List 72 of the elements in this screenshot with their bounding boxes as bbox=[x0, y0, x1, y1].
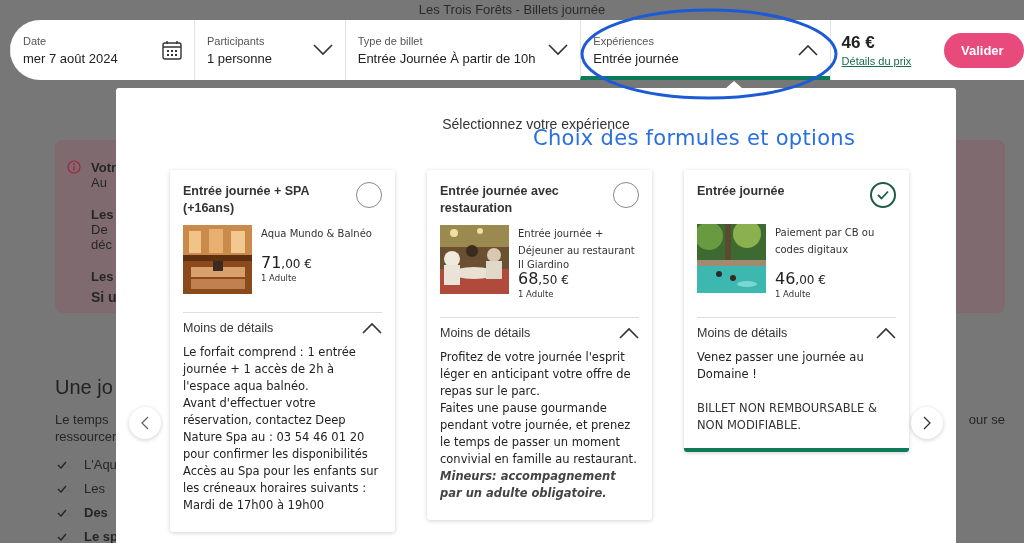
validate-button[interactable]: Valider bbox=[944, 33, 1024, 68]
details-text: Mardi de 17h00 à 19h00 bbox=[183, 497, 326, 514]
price-note: 1 Adulte bbox=[518, 289, 555, 299]
field-label: Expériences bbox=[593, 34, 655, 47]
details-toggle[interactable]: Moins de détails bbox=[440, 326, 531, 340]
details-text: Profitez de votre journée l'esprit léger en anticipant votre offre de repas sur le parc. bbox=[440, 349, 632, 400]
card-price: 46,00 € bbox=[775, 270, 827, 289]
notice-text: Les bbox=[91, 269, 115, 284]
list-item-text: Des bbox=[84, 505, 108, 521]
chevron-icon[interactable] bbox=[619, 327, 639, 339]
card-title: Entrée journée + SPA (+16ans) bbox=[183, 183, 311, 217]
booking-field[interactable]: Participants 1 personne bbox=[193, 20, 345, 80]
check-icon bbox=[57, 509, 67, 517]
restaurant-name: Il Giardino bbox=[518, 259, 571, 270]
chevron-icon[interactable] bbox=[362, 322, 382, 334]
details-text: Avant d'effectuer votre réservation, contactez Deep Nature Spa au : 03 54 46 01 20 pour confirmer les disponibilités bbox=[183, 395, 369, 463]
check-icon bbox=[57, 533, 67, 541]
details-toggle[interactable]: Moins de détails bbox=[697, 326, 788, 340]
list-item-text: L'Aqu bbox=[84, 457, 117, 473]
paragraph-text: Le temps bbox=[55, 411, 110, 428]
paragraph-text: ressourcer bbox=[55, 428, 117, 445]
details-text: Le forfait comprend : 1 entrée journée + 1 accès de 2h à l'espace aqua balnéo. bbox=[183, 344, 357, 395]
field-label: Type de billet bbox=[357, 34, 424, 47]
note-text: Mineurs: accompagnement par un adulte obligatoire. bbox=[440, 468, 617, 502]
chevron-icon[interactable] bbox=[312, 44, 333, 56]
card-description: Paiement par CB ou codes digitaux bbox=[775, 226, 876, 257]
total-price: 46 € bbox=[841, 33, 876, 53]
page-title: Les Trois Forêts - Billets journée bbox=[418, 2, 606, 17]
details-text: Venez passer une journée au Domaine ! bbox=[697, 349, 865, 383]
card-title: Entrée journée avec restauration bbox=[440, 183, 560, 217]
field-value: mer 7 août 2024 bbox=[23, 50, 118, 66]
chevron-icon[interactable] bbox=[876, 327, 896, 339]
card-description: Aqua Mundo & Balnéo bbox=[261, 227, 372, 241]
booking-field[interactable]: Date mer 7 août 2024 bbox=[10, 20, 194, 80]
experience-card[interactable]: Entrée journée Paiement par CB ou codes digitaux 46,00 € 1 Adulte Moins de détails Venez passer une journée au Domaine ! BILLET NON REMBOURSABLE & NON MODIFIABLE. bbox=[684, 170, 909, 452]
booking-field[interactable]: Type de billet Entrée Journée À partir de 10h bbox=[344, 20, 581, 80]
price-note: 1 Adulte bbox=[261, 273, 298, 283]
chevron-left-icon bbox=[141, 416, 149, 430]
check-icon bbox=[57, 461, 67, 469]
check-icon bbox=[57, 485, 67, 493]
notice-text: Au bbox=[91, 175, 108, 190]
chevron-icon[interactable] bbox=[548, 44, 569, 56]
chevron-right-icon bbox=[923, 416, 931, 430]
card-price: 71,00 € bbox=[261, 254, 313, 273]
price-note: 1 Adulte bbox=[775, 289, 812, 299]
notice-text: déc bbox=[91, 237, 113, 252]
radio-button[interactable] bbox=[356, 182, 382, 208]
paragraph-text: our se bbox=[968, 411, 1005, 429]
field-label: Participants bbox=[206, 34, 266, 47]
details-toggle[interactable]: Moins de détails bbox=[183, 321, 274, 335]
details-text: Accès au Spa pour les enfants sur les créneaux horaires suivants : bbox=[183, 463, 380, 497]
list-item-text: Les bbox=[84, 481, 105, 497]
check-icon[interactable] bbox=[870, 182, 896, 208]
radio-button[interactable] bbox=[613, 182, 639, 208]
price-details-link[interactable]: Détails du prix bbox=[841, 55, 944, 67]
info-icon bbox=[67, 160, 81, 174]
details-text: BILLET NON REMBOURSABLE & NON MODIFIABLE. bbox=[697, 400, 878, 434]
card-description: Entrée journée + Déjeuner au restaurant bbox=[518, 227, 636, 258]
field-label: Date bbox=[23, 34, 48, 47]
chevron-icon[interactable] bbox=[797, 44, 818, 56]
field-value: 1 personne bbox=[206, 50, 272, 66]
section-heading: Une jo bbox=[55, 376, 113, 398]
notice-text: Votr bbox=[91, 160, 117, 175]
notice-text: Les bbox=[91, 207, 115, 222]
field-value: Entrée journée bbox=[593, 50, 679, 66]
field-value: Entrée Journée À partir de 10h bbox=[357, 50, 536, 66]
notice-text: De bbox=[91, 222, 109, 237]
details-text: Faites une pause gourmande pendant votre journée, et prenez le temps de passer un moment convivial en famille au restaurant. bbox=[440, 400, 638, 468]
card-title: Entrée journée bbox=[697, 183, 785, 200]
calendar-icon[interactable] bbox=[161, 40, 182, 60]
notice-text: Si u bbox=[91, 290, 117, 305]
card-price: 68,50 € bbox=[518, 270, 570, 289]
